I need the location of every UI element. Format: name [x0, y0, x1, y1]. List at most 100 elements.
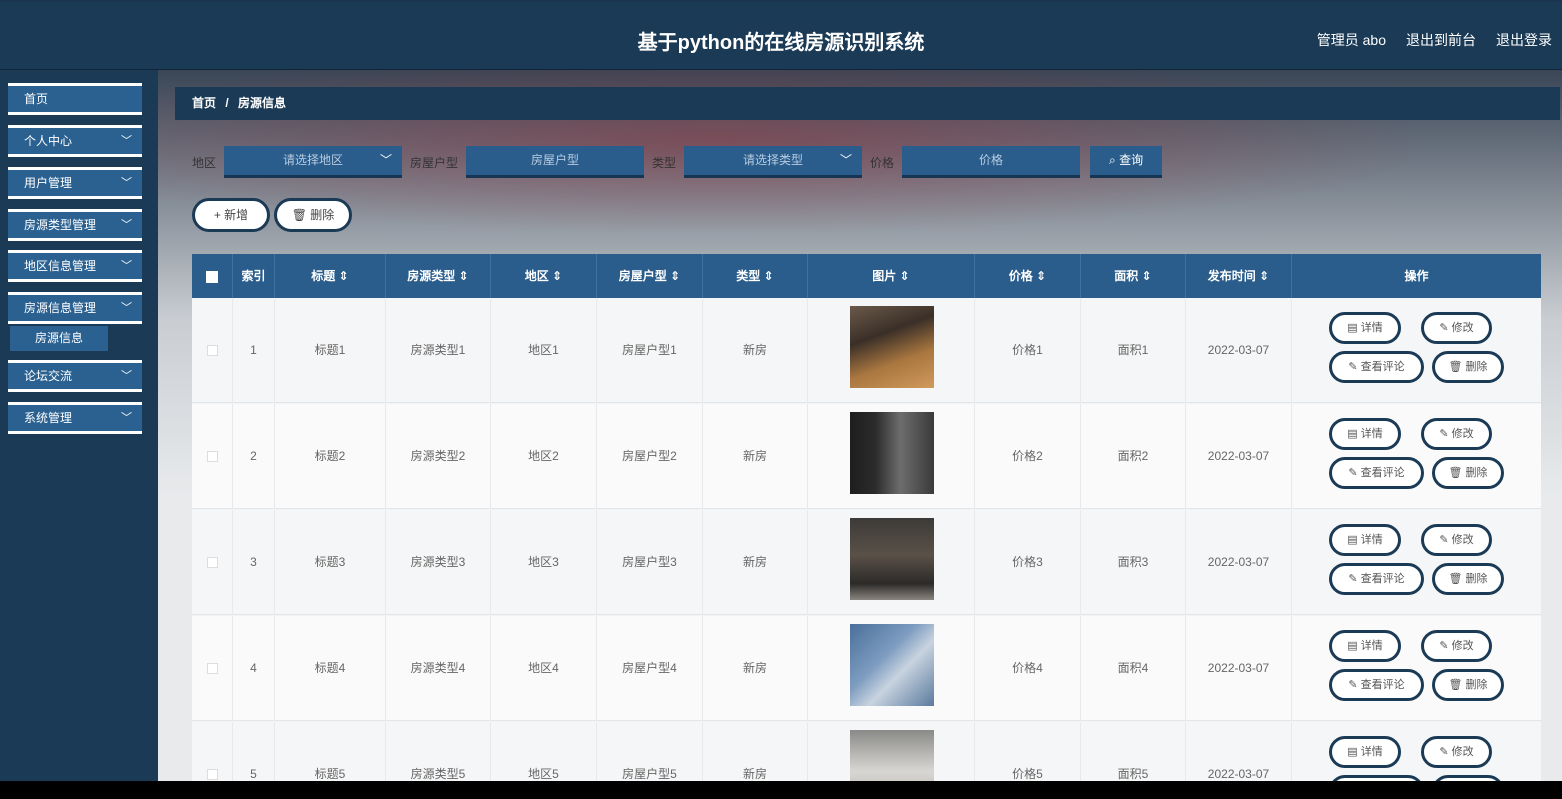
detail-label: 详情 — [1360, 428, 1383, 440]
cell-house-type: 房源类型5 — [386, 722, 491, 781]
cell-price: 价格5 — [975, 722, 1081, 781]
batch-delete-button[interactable]: 🗑 删除 — [274, 198, 352, 232]
view-comments-label: 查看评论 — [1360, 679, 1405, 691]
cell-ops: ▤ 详情 ✎ 修改 ✎ 查看评论 🗑 删除 — [1292, 298, 1541, 403]
view-comments-button[interactable]: ✎ 查看评论 — [1329, 457, 1424, 489]
sidebar-item-house-type-management[interactable]: 房源类型管理 ﹀ — [8, 209, 142, 241]
cell-ops: ▤ 详情 ✎ 修改 ✎ 查看评论 🗑 删除 — [1292, 510, 1541, 615]
cell-title: 标题2 — [275, 404, 386, 509]
col-price[interactable]: 价格 ⇕ — [975, 254, 1081, 298]
delete-button[interactable]: 🗑 删除 — [1432, 457, 1504, 489]
document-icon: ▤ — [1347, 746, 1358, 758]
house-image[interactable] — [850, 306, 934, 388]
col-region[interactable]: 地区 ⇕ — [491, 254, 597, 298]
col-image[interactable]: 图片 ⇕ — [808, 254, 975, 298]
cell-publish-time: 2022-03-07 — [1186, 404, 1292, 509]
sidebar-item-house-info-management[interactable]: 房源信息管理 ﹀ — [8, 292, 142, 324]
view-comments-button[interactable]: ✎ 查看评论 — [1329, 351, 1424, 383]
batch-delete-label: 删除 — [310, 208, 335, 222]
detail-button[interactable]: ▤ 详情 — [1329, 418, 1401, 450]
sidebar-item-system-management[interactable]: 系统管理 ﹀ — [8, 402, 142, 434]
select-all-checkbox[interactable] — [206, 270, 218, 283]
row-checkbox[interactable] — [206, 769, 218, 781]
sidebar-item-personal-center[interactable]: 个人中心 ﹀ — [8, 125, 142, 157]
row-checkbox[interactable] — [206, 663, 218, 675]
sidebar-item-label: 地区信息管理 — [24, 259, 97, 273]
cell-layout: 房屋户型5 — [597, 722, 703, 781]
admin-label[interactable]: 管理员 abo — [1317, 30, 1386, 50]
sidebar-item-home[interactable]: 首页 — [8, 83, 142, 115]
row-select-cell — [192, 298, 233, 403]
trash-icon: 🗑 — [1448, 679, 1463, 691]
price-input[interactable]: 价格 — [902, 146, 1081, 178]
house-image[interactable] — [850, 518, 934, 600]
edit-button[interactable]: ✎ 修改 — [1421, 418, 1492, 450]
cell-area: 面积4 — [1081, 616, 1186, 721]
top-bar: 基于python的在线房源识别系统 管理员 abo 退出到前台 退出登录 — [0, 2, 1562, 70]
logout-link[interactable]: 退出登录 — [1496, 30, 1552, 50]
back-to-front-link[interactable]: 退出到前台 — [1406, 30, 1476, 50]
col-type[interactable]: 类型 ⇕ — [703, 254, 808, 298]
detail-button[interactable]: ▤ 详情 — [1329, 630, 1401, 662]
view-comments-button[interactable]: ✎ 查看评论 — [1329, 563, 1424, 595]
detail-button[interactable]: ▤ 详情 — [1329, 312, 1401, 344]
cell-publish-time: 2022-03-07 — [1186, 722, 1292, 781]
app-frame: 基于python的在线房源识别系统 管理员 abo 退出到前台 退出登录 首页 … — [0, 0, 1562, 781]
search-button[interactable]: ⌕ 查询 — [1090, 146, 1163, 178]
row-checkbox[interactable] — [206, 557, 218, 569]
cell-type: 新房 — [703, 722, 808, 781]
detail-button[interactable]: ▤ 详情 — [1329, 524, 1401, 556]
detail-button[interactable]: ▤ 详情 — [1329, 736, 1401, 768]
edit-button[interactable]: ✎ 修改 — [1421, 524, 1492, 556]
col-region-label: 地区 — [524, 269, 549, 283]
delete-button[interactable]: 🗑 删除 — [1432, 563, 1504, 595]
cell-type: 新房 — [703, 298, 808, 403]
edit-label: 修改 — [1451, 322, 1474, 334]
edit-button[interactable]: ✎ 修改 — [1421, 312, 1492, 344]
price-input-placeholder: 价格 — [979, 153, 1004, 167]
delete-button[interactable]: 🗑 删除 — [1432, 351, 1504, 383]
edit-button[interactable]: ✎ 修改 — [1421, 630, 1492, 662]
pencil-icon: ✎ — [1439, 322, 1449, 334]
type-select-placeholder: 请选择类型 — [743, 153, 804, 167]
cell-layout: 房屋户型4 — [597, 616, 703, 721]
house-image[interactable] — [850, 624, 934, 706]
col-title[interactable]: 标题 ⇕ — [275, 254, 386, 298]
col-area[interactable]: 面积 ⇕ — [1081, 254, 1186, 298]
house-image[interactable] — [850, 730, 934, 781]
row-checkbox[interactable] — [206, 451, 218, 463]
region-select[interactable]: 请选择地区 ﹀ — [224, 146, 403, 178]
pencil-icon: ✎ — [1348, 361, 1358, 373]
view-comments-label: 查看评论 — [1360, 467, 1405, 479]
col-house-type[interactable]: 房源类型 ⇕ — [386, 254, 491, 298]
row-select-cell — [192, 722, 233, 781]
sort-icon: ⇕ — [458, 269, 469, 283]
cell-ops: ▤ 详情 ✎ 修改 ✎ 查看评论 🗑 删除 — [1292, 616, 1541, 721]
col-layout[interactable]: 房屋户型 ⇕ — [597, 254, 703, 298]
sidebar-subitem-house-info[interactable]: 房源信息 — [10, 326, 108, 351]
layout-label: 房屋户型 — [410, 155, 459, 170]
layout-input[interactable]: 房屋户型 — [466, 146, 645, 178]
cell-area: 面积1 — [1081, 298, 1186, 403]
col-area-label: 面积 — [1114, 269, 1139, 283]
detail-label: 详情 — [1360, 640, 1383, 652]
table-row: 2 标题2 房源类型2 地区2 房屋户型2 新房 价格2 面积2 2022-03… — [192, 404, 1541, 509]
delete-button[interactable]: 🗑 删除 — [1432, 669, 1504, 701]
cell-region: 地区4 — [491, 616, 597, 721]
sidebar-item-region-management[interactable]: 地区信息管理 ﹀ — [8, 250, 142, 282]
type-select[interactable]: 请选择类型 ﹀ — [684, 146, 863, 178]
sidebar-item-user-management[interactable]: 用户管理 ﹀ — [8, 167, 142, 199]
edit-label: 修改 — [1451, 428, 1474, 440]
breadcrumb-home[interactable]: 首页 — [192, 96, 216, 110]
sidebar-item-forum[interactable]: 论坛交流 ﹀ — [8, 360, 142, 392]
house-image[interactable] — [850, 412, 934, 494]
col-publish-time[interactable]: 发布时间 ⇕ — [1186, 254, 1292, 298]
edit-button[interactable]: ✎ 修改 — [1421, 736, 1492, 768]
add-button[interactable]: + 新增 — [192, 198, 270, 232]
document-icon: ▤ — [1347, 428, 1358, 440]
pencil-icon: ✎ — [1439, 428, 1449, 440]
breadcrumb: 首页 / 房源信息 — [175, 87, 1560, 120]
row-checkbox[interactable] — [206, 345, 218, 357]
view-comments-button[interactable]: ✎ 查看评论 — [1329, 669, 1424, 701]
cell-title: 标题1 — [275, 298, 386, 403]
